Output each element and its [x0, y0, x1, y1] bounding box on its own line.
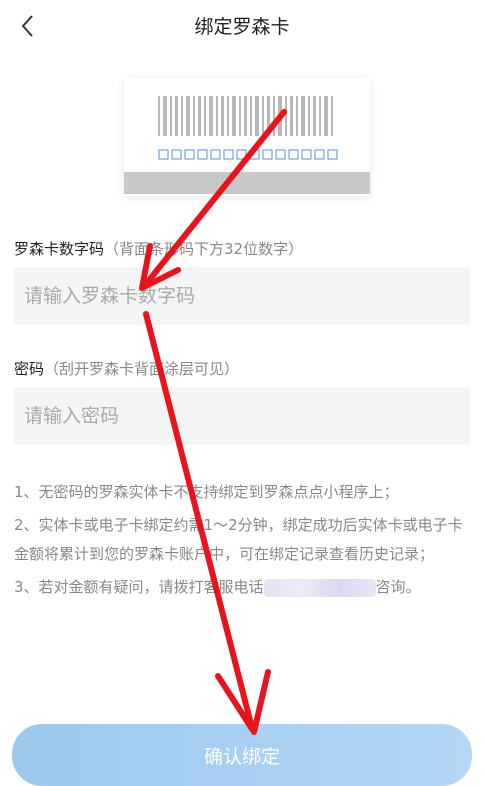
notes: 1、无密码的罗森实体卡不支持绑定到罗森点点小程序上； 2、实体卡或电子卡绑定约需… [14, 478, 472, 606]
password-input[interactable] [14, 387, 470, 445]
blurred-phone-number [263, 578, 376, 597]
page-title: 绑定罗森卡 [194, 16, 290, 38]
card-number-label: 罗森卡数字码（背面条形码下方32位数字） [14, 238, 303, 259]
note-item-3-prefix: 3、若对金额有疑问，请拨打客服电话 [14, 578, 264, 596]
password-label: 密码（刮开罗森卡背面涂层可见） [14, 358, 239, 379]
password-label-text: 密码 [14, 360, 45, 378]
note-item-1: 1、无密码的罗森实体卡不支持绑定到罗森点点小程序上； [14, 483, 399, 501]
note-item-2: 2、实体卡或电子卡绑定约需1～2分钟，绑定成功后实体卡或电子卡金额将累计到您的罗… [14, 516, 463, 563]
card-number-input[interactable] [14, 267, 470, 325]
card-number-hint: （背面条形码下方32位数字） [104, 240, 304, 258]
confirm-bind-button[interactable]: 确认绑定 [12, 724, 472, 786]
card-number-label-text: 罗森卡数字码 [14, 240, 105, 258]
barcode-card-icon [124, 78, 370, 196]
note-item-3: 3、若对金额有疑问，请拨打客服电话 咨询。 [14, 573, 472, 602]
header: 绑定罗森卡 [0, 0, 484, 52]
note-item-3-suffix: 咨询。 [375, 578, 421, 596]
password-hint: （刮开罗森卡背面涂层可见） [44, 360, 240, 378]
